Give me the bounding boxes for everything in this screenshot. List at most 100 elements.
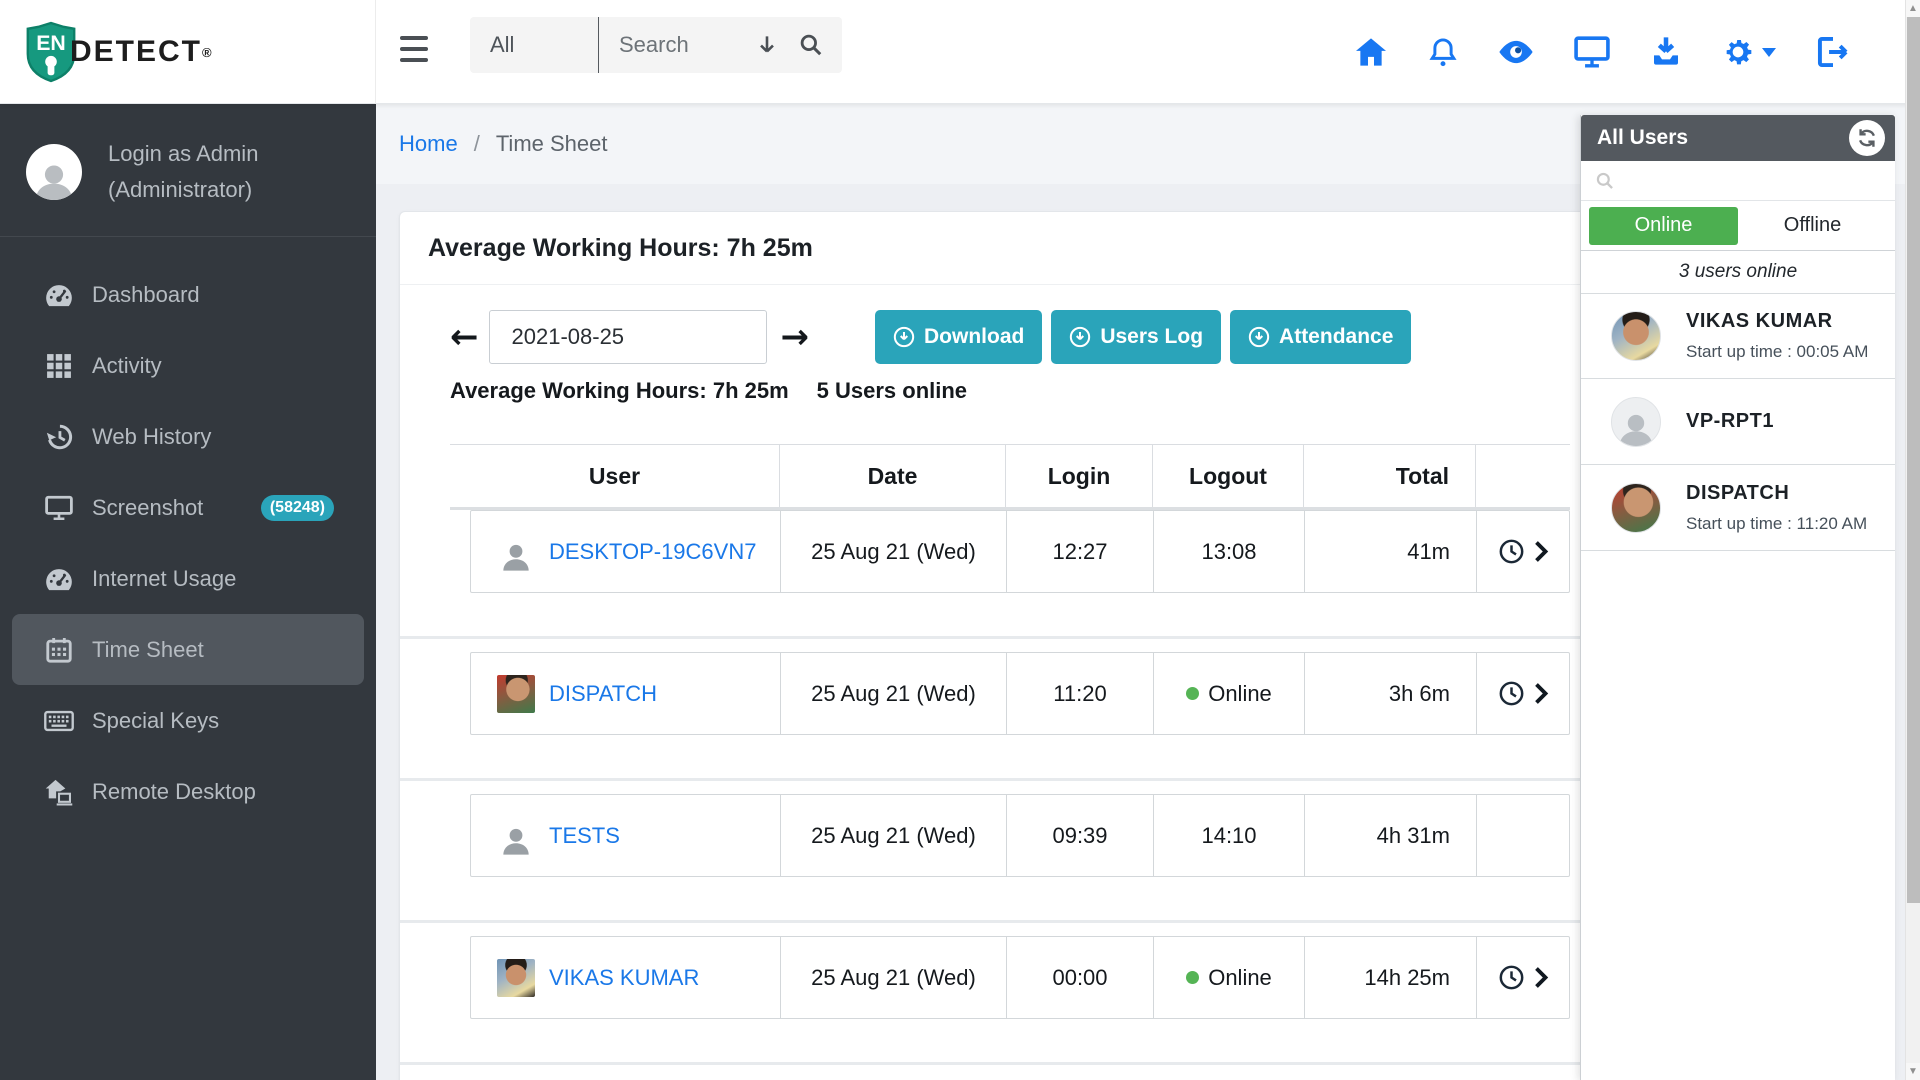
eye-icon[interactable]	[1498, 39, 1534, 65]
download-button[interactable]: Download	[875, 310, 1043, 364]
login-cell: 12:27	[1006, 511, 1153, 592]
user-cell: VIKAS KUMAR	[471, 937, 780, 1018]
speedometer-icon	[44, 283, 74, 307]
app-root: EN DETECT ® All Search Login as Admin (A…	[0, 0, 1920, 1080]
sidebar-item-web-history[interactable]: Web History	[0, 401, 376, 472]
user-cell: DISPATCH	[471, 653, 780, 734]
sidebar-item-screenshot[interactable]: Screenshot (58248)	[0, 472, 376, 543]
brand-registered-mark: ®	[202, 44, 212, 60]
sidebar-item-time-sheet[interactable]: Time Sheet	[12, 614, 364, 685]
date-cell: 25 Aug 21 (Wed)	[780, 511, 1006, 592]
table-row: DESKTOP-19C6VN7 25 Aug 21 (Wed) 12:27 13…	[470, 510, 1570, 593]
search-icon[interactable]	[798, 32, 824, 58]
sidebar-item-internet-usage[interactable]: Internet Usage	[0, 543, 376, 614]
tab-offline[interactable]: Offline	[1738, 207, 1887, 245]
col-header-date: Date	[779, 445, 1005, 507]
remote-desktop-icon	[44, 778, 74, 806]
topbar-icons	[1354, 0, 1850, 104]
sidebar-item-label: Web History	[92, 423, 212, 449]
users-log-button[interactable]: Users Log	[1051, 310, 1222, 364]
panel-header: All Users	[1581, 115, 1895, 161]
search-filter-select[interactable]: All	[470, 32, 598, 58]
sidebar-item-special-keys[interactable]: Special Keys	[0, 685, 376, 756]
sidebar-item-label: Activity	[92, 352, 162, 378]
panel-search-input[interactable]	[1615, 170, 1895, 191]
online-status: Online	[1208, 680, 1272, 706]
search-dropdown-arrow-icon[interactable]	[754, 32, 780, 58]
topbar: EN DETECT ® All	[0, 0, 1920, 104]
clock-history-icon[interactable]	[1498, 964, 1525, 991]
login-cell: 11:20	[1006, 653, 1153, 734]
prev-day-button[interactable]: ←	[450, 320, 479, 354]
next-day-button[interactable]: →	[781, 320, 810, 354]
tab-online[interactable]: Online	[1589, 206, 1738, 245]
monitor-icon[interactable]	[1574, 36, 1610, 68]
all-users-panel: All Users Online Offline 3 users online …	[1580, 115, 1895, 1080]
date-cell: 25 Aug 21 (Wed)	[780, 653, 1006, 734]
sidebar-item-label: Screenshot	[92, 494, 204, 520]
user-avatar-photo	[497, 674, 535, 713]
list-item[interactable]: DISPATCH Start up time : 11:20 AM	[1581, 465, 1895, 551]
sidebar-item-remote-desktop[interactable]: Remote Desktop	[0, 756, 376, 827]
export-buttons: Download Users Log Attendance	[875, 310, 1412, 364]
global-search: All	[470, 17, 842, 73]
grid-icon	[44, 353, 74, 379]
user-startup-time: Start up time : 11:20 AM	[1686, 513, 1868, 533]
gear-icon[interactable]	[1722, 36, 1754, 68]
sidebar-item-dashboard[interactable]: Dashboard	[0, 259, 376, 330]
user-link[interactable]: TESTS	[549, 823, 620, 849]
scroll-up-icon[interactable]: ▲	[1906, 0, 1920, 17]
refresh-icon[interactable]	[1849, 120, 1885, 156]
total-cell: 14h 25m	[1304, 937, 1476, 1018]
button-label: Users Log	[1100, 325, 1204, 348]
scroll-down-icon[interactable]: ▼	[1906, 1063, 1920, 1080]
download-icon[interactable]	[1650, 36, 1682, 68]
date-input[interactable]	[488, 310, 767, 364]
calendar-icon	[44, 637, 74, 663]
keyboard-icon	[44, 710, 74, 732]
total-cell: 3h 6m	[1304, 653, 1476, 734]
clock-history-icon[interactable]	[1498, 538, 1525, 565]
user-link[interactable]: DESKTOP-19C6VN7	[549, 539, 756, 565]
page-scrollbar[interactable]: ▲ ▼	[1905, 0, 1920, 1080]
col-header-login: Login	[1005, 445, 1152, 507]
sidebar-item-label: Internet Usage	[92, 565, 237, 591]
user-startup-time: Start up time : 00:05 AM	[1686, 342, 1869, 361]
online-dot	[1186, 687, 1200, 700]
col-header-logout: Logout	[1152, 445, 1303, 507]
search-input[interactable]	[599, 32, 754, 58]
list-item[interactable]: VP-RPT1	[1581, 379, 1895, 465]
bell-icon[interactable]	[1428, 36, 1458, 68]
chevron-right-icon[interactable]	[1531, 964, 1551, 991]
menu-toggle-icon[interactable]	[400, 36, 430, 62]
logout-icon[interactable]	[1816, 36, 1850, 68]
attendance-button[interactable]: Attendance	[1230, 310, 1412, 364]
actions-cell	[1476, 511, 1571, 592]
chevron-right-icon[interactable]	[1531, 538, 1551, 565]
total-cell: 41m	[1304, 511, 1476, 592]
sidebar-item-label: Time Sheet	[92, 636, 204, 662]
actions-cell	[1476, 653, 1571, 734]
sidebar-item-label: Remote Desktop	[92, 778, 256, 804]
chevron-down-icon[interactable]	[1762, 47, 1776, 57]
sidebar: Login as Admin (Administrator) Dashboard…	[0, 104, 376, 1080]
actions-cell	[1476, 937, 1571, 1018]
chevron-right-icon[interactable]	[1531, 680, 1551, 707]
login-cell: 00:00	[1006, 937, 1153, 1018]
list-item[interactable]: VIKAS KUMAR Start up time : 00:05 AM	[1581, 293, 1895, 379]
col-header-actions	[1475, 445, 1570, 507]
app-logo: EN DETECT ®	[0, 0, 376, 104]
breadcrumb-home-link[interactable]: Home	[399, 131, 458, 157]
circle-down-icon	[893, 326, 915, 348]
user-avatar-placeholder	[497, 817, 535, 855]
user-link[interactable]: VIKAS KUMAR	[549, 965, 699, 991]
admin-profile[interactable]: Login as Admin (Administrator)	[0, 104, 376, 236]
avg-working-hours: Average Working Hours: 7h 25m	[450, 378, 789, 403]
user-link[interactable]: DISPATCH	[549, 681, 657, 707]
sidebar-item-activity[interactable]: Activity	[0, 330, 376, 401]
admin-avatar	[26, 144, 82, 200]
user-name: VIKAS KUMAR	[1686, 310, 1833, 332]
clock-history-icon[interactable]	[1498, 680, 1525, 707]
home-icon[interactable]	[1354, 37, 1388, 67]
scrollbar-thumb[interactable]	[1907, 17, 1920, 903]
